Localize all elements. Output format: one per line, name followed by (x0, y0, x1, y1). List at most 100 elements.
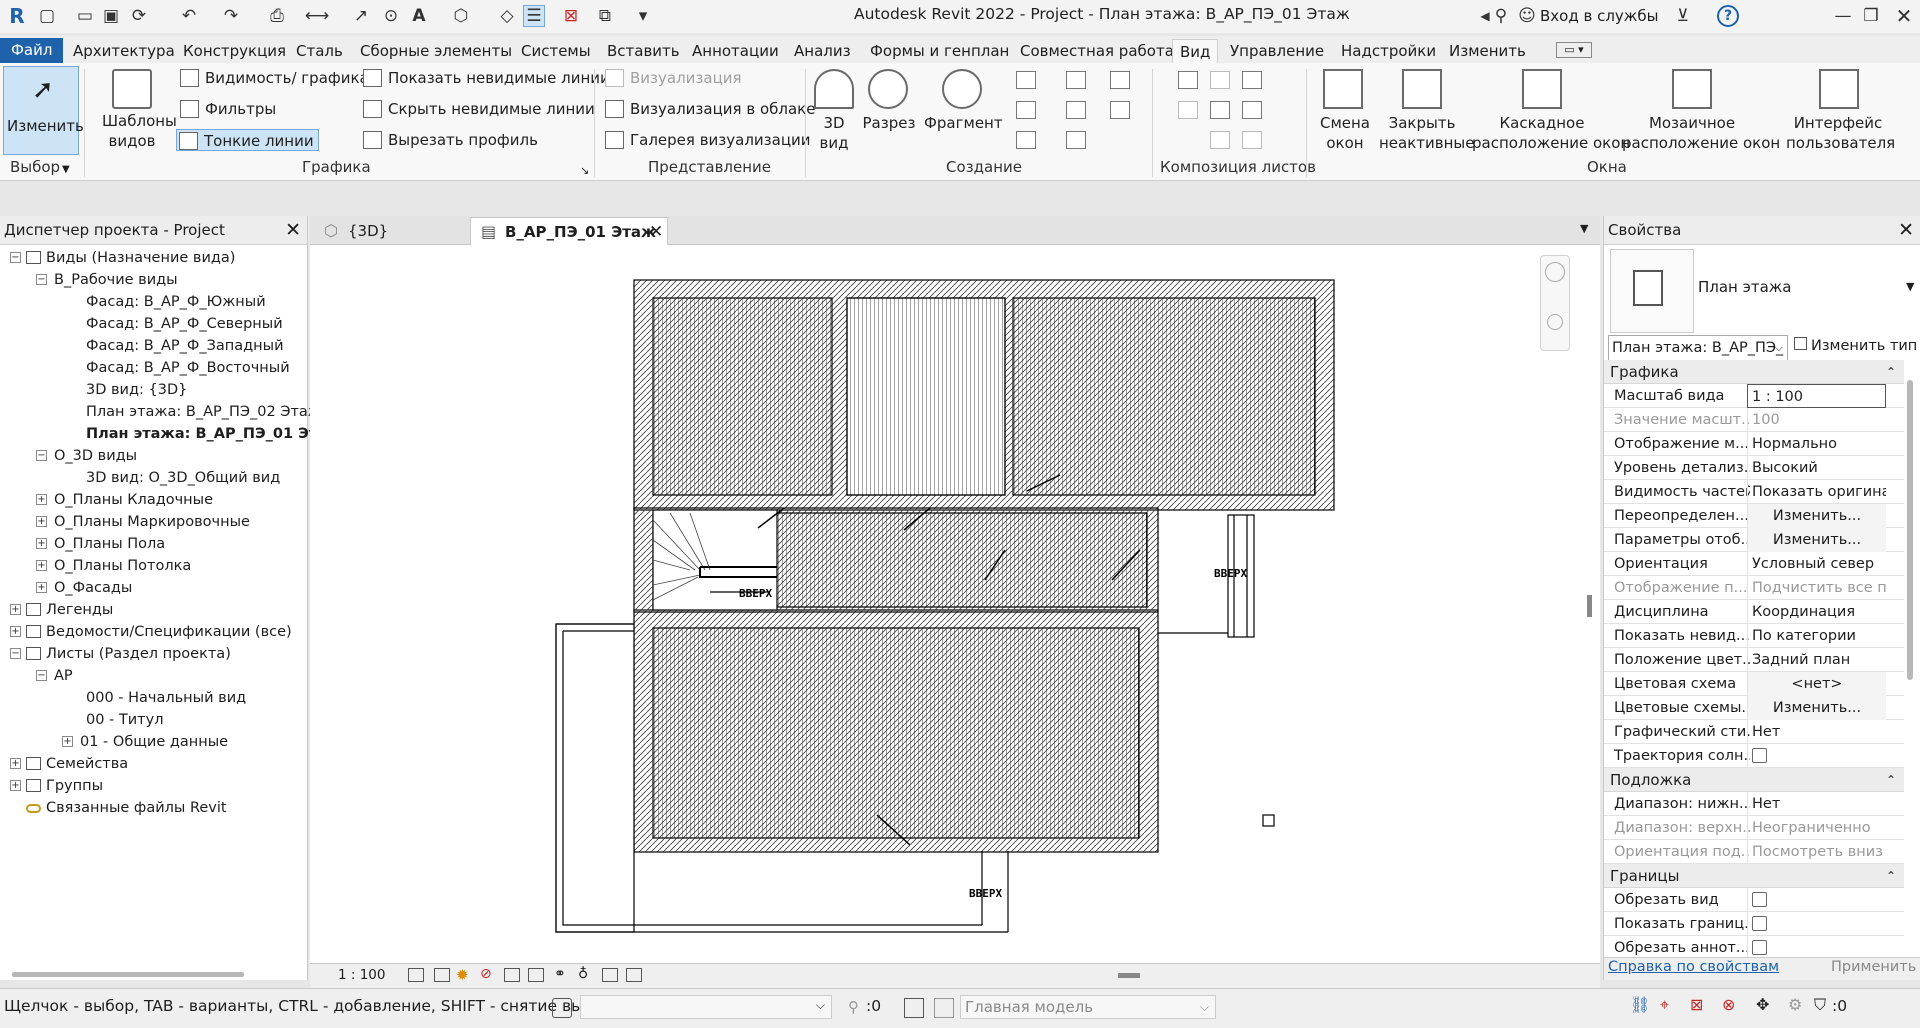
property-value[interactable]: Задний план (1747, 648, 1886, 672)
property-value[interactable]: Нет (1747, 792, 1886, 816)
visibility-graphics-button[interactable]: Видимость/ графика (178, 67, 369, 89)
house-3d-icon[interactable] (814, 69, 854, 109)
text-icon[interactable]: A (408, 5, 430, 27)
group-select-label[interactable]: Выбор (10, 158, 60, 176)
expand-icon[interactable]: + (10, 604, 21, 615)
tab-view-floor-plan[interactable]: ▤ В_АР_ПЭ_01 Этаж ✕ (470, 217, 668, 245)
cut-profile-button[interactable]: Вырезать профиль (361, 129, 538, 151)
graphics-launcher-icon[interactable]: ↘ (580, 164, 589, 177)
tab-structure[interactable]: Конструкция (183, 39, 286, 64)
property-edit-button[interactable]: Изменить... (1747, 528, 1886, 552)
scope-box-icon[interactable] (1110, 101, 1130, 119)
callout-button[interactable]: Фрагмент (924, 113, 1003, 133)
vertical-scrollbar[interactable] (1587, 595, 1592, 617)
property-value[interactable]: Условный север (1747, 552, 1886, 576)
properties-section[interactable]: Графика ⌃ (1604, 360, 1904, 384)
section-button[interactable]: Разрез (862, 113, 916, 133)
property-value[interactable]: Высокий (1747, 456, 1886, 480)
elevation-icon[interactable] (1016, 101, 1036, 119)
minimize-icon[interactable]: — (1832, 5, 1854, 27)
sync-icon[interactable]: ⟳ (128, 5, 150, 27)
browser-scrollbar[interactable] (12, 972, 244, 977)
switch-windows-button[interactable]: Смена окон (1315, 113, 1375, 153)
customize-toolbar-icon[interactable]: ▾ (632, 5, 654, 27)
legends-icon[interactable] (1066, 131, 1086, 149)
checkbox[interactable] (1752, 940, 1767, 955)
help-icon[interactable]: ? (1717, 5, 1739, 27)
modify-button[interactable]: ➚ Изменить (3, 66, 84, 155)
instance-selector[interactable]: План этажа: В_АР_ПЭ_ ⌵ (1608, 335, 1788, 361)
guide-grid-icon[interactable] (1210, 101, 1230, 119)
crop-view-icon[interactable] (504, 968, 520, 982)
close-inactive-icon[interactable]: ⊠ (560, 5, 582, 27)
show-crop-icon[interactable] (528, 968, 544, 982)
property-edit-button[interactable]: Изменить... (1747, 504, 1886, 528)
redo-icon[interactable]: ↷ (220, 5, 242, 27)
collapse-icon[interactable]: − (36, 450, 47, 461)
sheet-new-icon[interactable] (1178, 71, 1198, 89)
new-file-icon[interactable]: ▢ (36, 5, 58, 27)
floor-plan-drawing[interactable]: ВВЕРХ ВВЕРХ ВВЕРХ (310, 245, 1600, 963)
property-edit-button[interactable]: Изменить... (1747, 696, 1886, 720)
user-icon[interactable]: ☺ (1516, 5, 1538, 27)
user-interface-button[interactable]: Интерфейс пользователя (1786, 113, 1895, 153)
checkbox[interactable] (1752, 748, 1767, 763)
temporary-hide-icon[interactable]: ⚭ (554, 966, 566, 982)
tab-insert[interactable]: Вставить (607, 39, 680, 64)
tile-button[interactable]: Мозаичное расположение окон (1622, 113, 1780, 153)
restore-icon[interactable]: ❐ (1860, 5, 1882, 27)
close-inactive-icon[interactable] (1402, 69, 1442, 109)
tabs-dropdown-icon[interactable]: ▼ (1580, 222, 1588, 235)
apply-button[interactable]: Применить (1831, 959, 1916, 975)
section-icon[interactable]: ◇ (496, 5, 518, 27)
expand-icon[interactable]: + (36, 560, 47, 571)
cascade-icon[interactable] (1522, 69, 1562, 109)
tab-addins[interactable]: Надстройки (1341, 39, 1436, 64)
active-option-icon[interactable] (934, 998, 954, 1018)
signin-label[interactable]: Вход в службы (1540, 7, 1658, 25)
cascade-button[interactable]: Каскадное расположение окон (1472, 113, 1630, 153)
collapse-icon[interactable]: − (36, 274, 47, 285)
property-checkbox[interactable] (1747, 912, 1886, 936)
worksets-icon[interactable] (552, 998, 572, 1018)
undo-icon[interactable]: ↶ (178, 5, 200, 27)
design-options-icon[interactable] (904, 998, 924, 1018)
expand-icon[interactable]: + (10, 626, 21, 637)
callout-icon[interactable] (942, 69, 982, 109)
measure-icon[interactable]: ⟷ (305, 5, 329, 27)
close-inactive-button[interactable]: Закрыть неактивные (1379, 113, 1475, 153)
property-value[interactable]: Нет (1747, 720, 1886, 744)
group-select-dropdown-icon[interactable]: ▼ (62, 164, 70, 175)
detail-level-icon[interactable] (408, 968, 424, 982)
editable-only-icon[interactable]: ⚲ (848, 998, 868, 1018)
drafting-view-icon[interactable] (1016, 131, 1036, 149)
drawing-area[interactable]: ВВЕРХ ВВЕРХ ВВЕРХ (310, 245, 1600, 963)
open-icon[interactable]: ▭ (74, 5, 96, 27)
tab-view-3d[interactable]: ⬡ {3D} (314, 217, 466, 245)
filters-button[interactable]: Фильтры (178, 98, 276, 120)
property-value[interactable]: Координация (1747, 600, 1886, 624)
expand-icon[interactable]: + (10, 780, 21, 791)
render-button[interactable]: Визуализация (603, 67, 742, 89)
type-dropdown-icon[interactable]: ▼ (1906, 280, 1914, 293)
tab-architecture[interactable]: Архитектура (73, 39, 175, 64)
tile-icon[interactable] (1672, 69, 1712, 109)
user-interface-icon[interactable] (1819, 69, 1859, 109)
navigation-bar[interactable] (1540, 255, 1570, 351)
render-gallery-button[interactable]: Галерея визуализации (603, 129, 811, 151)
collapse-section-icon[interactable]: ⌃ (1886, 864, 1896, 888)
close-icon[interactable]: ✕ (1898, 219, 1914, 241)
expand-icon[interactable]: + (36, 538, 47, 549)
properties-section[interactable]: Границы ⌃ (1604, 864, 1904, 888)
property-value[interactable]: По категории (1747, 624, 1886, 648)
tab-modify[interactable]: Изменить (1449, 39, 1526, 64)
select-links-icon[interactable]: ⛓ (1630, 995, 1650, 1014)
property-edit-button[interactable]: <нет> (1747, 672, 1886, 696)
worksharing-icon[interactable] (602, 968, 618, 982)
properties-section[interactable]: Подложка ⌃ (1604, 768, 1904, 792)
background-processes-icon[interactable]: ⚙ (1788, 995, 1802, 1014)
tab-view[interactable]: Вид (1172, 39, 1219, 64)
properties-scrollbar[interactable] (1907, 380, 1913, 680)
expand-icon[interactable]: + (62, 736, 73, 747)
close-window-icon[interactable]: ✕ (1893, 4, 1915, 28)
